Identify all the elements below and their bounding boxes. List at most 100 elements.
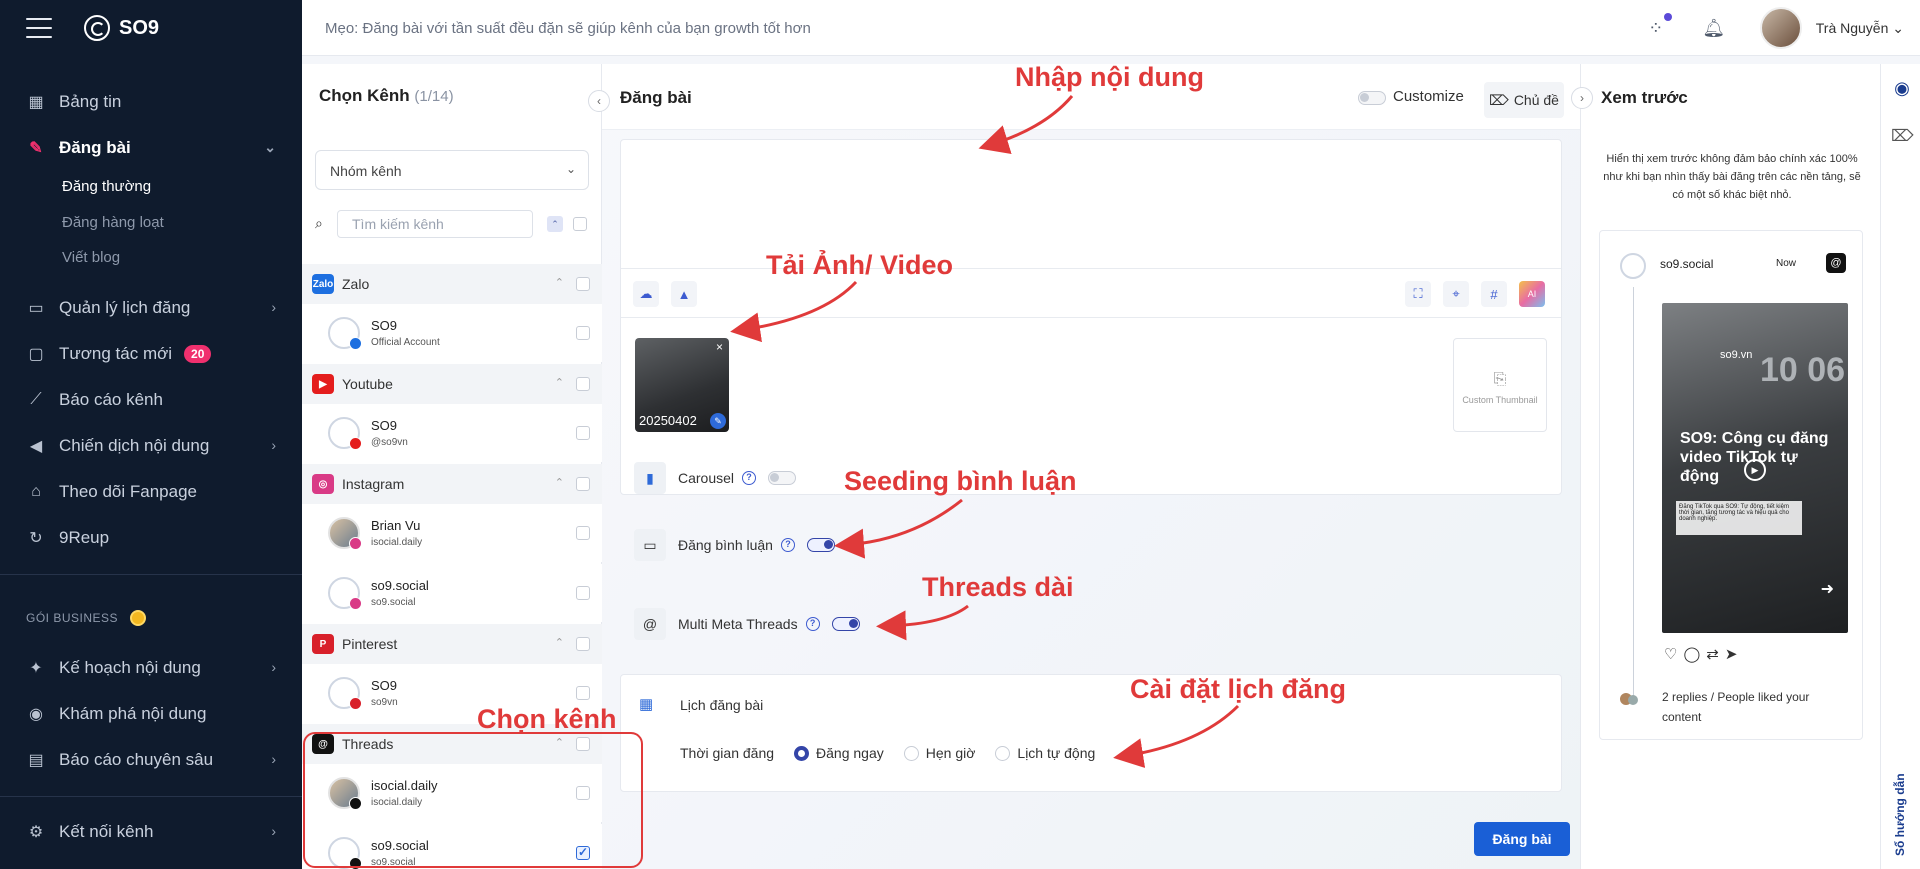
platform-header[interactable]: Zalo Zalo ⌃: [302, 264, 602, 304]
comment-toggle[interactable]: [806, 538, 835, 552]
platform-name: Youtube: [342, 376, 393, 392]
guide-book-button[interactable]: Sổ hướng dẫn: [1893, 736, 1911, 856]
sidebar-item-fanpage[interactable]: ⌂ Theo dõi Fanpage: [0, 474, 302, 510]
help-icon[interactable]: ?: [805, 617, 820, 631]
compose-title: Đăng bài: [620, 88, 692, 107]
google-drive-icon[interactable]: ▲: [671, 281, 697, 307]
select-all-checkbox[interactable]: [573, 217, 587, 231]
channel-group-select[interactable]: Nhóm kênh ⌄: [315, 150, 589, 190]
ai-icon[interactable]: AI: [1519, 281, 1545, 307]
channel-account-row[interactable]: Brian Vu isocial.daily: [302, 504, 602, 562]
help-icon[interactable]: ?: [780, 538, 795, 552]
chevron-up-icon[interactable]: ⌃: [555, 276, 564, 289]
upload-icon[interactable]: ☁: [633, 281, 659, 307]
platform-checkbox[interactable]: [576, 377, 590, 391]
media-thumbnail[interactable]: × 20250402 ✎: [635, 338, 729, 432]
platform-badge-icon: [349, 337, 362, 350]
submit-post-button[interactable]: Đăng bài: [1474, 822, 1570, 856]
radio-label[interactable]: Lịch tự động: [1017, 745, 1095, 761]
topic-button[interactable]: ⌦ Chủ đề: [1484, 82, 1564, 118]
play-icon[interactable]: ▶: [1744, 459, 1766, 481]
compose-area: Đăng bài Customize ⌦ Chủ đề ☁ ▲ ⛶ ⌖ # AI …: [602, 64, 1580, 869]
option-multi-threads: @ Multi Meta Threads?: [634, 604, 860, 644]
platform-header[interactable]: ◎ Instagram ⌃: [302, 464, 602, 504]
sidebar-item-connect[interactable]: ⚙ Kết nối kênh ›: [0, 814, 302, 850]
chevron-up-icon[interactable]: ⌃: [555, 376, 564, 389]
account-checkbox[interactable]: [576, 586, 590, 600]
thread-line: [1633, 287, 1634, 697]
sidebar-item-channel-report[interactable]: ⟋ Báo cáo kênh: [0, 382, 302, 418]
sidebar-item-campaign[interactable]: ◀ Chiến dịch nội dung ›: [0, 428, 302, 464]
preview-note: Hiển thị xem trước không đảm bảo chính x…: [1603, 153, 1861, 201]
collapse-all-icon[interactable]: ⌃: [547, 216, 563, 232]
sidebar-item-9reup[interactable]: ↻ 9Reup: [0, 520, 302, 556]
account-checkbox[interactable]: [576, 526, 590, 540]
chevron-up-icon[interactable]: ⌃: [555, 636, 564, 649]
topic-label: Chủ đề: [1513, 92, 1559, 108]
collapse-preview-button[interactable]: ›: [1571, 87, 1593, 109]
subitem-blog[interactable]: Viết blog: [62, 249, 120, 266]
user-name-text: Trà Nguyễn: [1815, 19, 1889, 36]
chart-icon: ⟋: [30, 391, 42, 408]
content-textarea[interactable]: [621, 140, 1561, 268]
platform-checkbox[interactable]: [576, 277, 590, 291]
eye-icon[interactable]: ◉: [1891, 78, 1913, 100]
radio-post-now[interactable]: [794, 745, 810, 761]
channel-account-row[interactable]: SO9 Official Account: [302, 304, 602, 362]
carousel-toggle[interactable]: [768, 471, 797, 485]
tag-icon[interactable]: ⌦: [1891, 126, 1914, 148]
sidebar-item-post[interactable]: ✎ Đăng bài ⌄: [0, 130, 302, 166]
plug-icon: ⚙: [28, 824, 44, 841]
account-checkbox[interactable]: [576, 426, 590, 440]
platform-header[interactable]: P Pinterest ⌃: [302, 624, 602, 664]
logo[interactable]: SO9: [84, 15, 159, 41]
radio-label[interactable]: Hẹn giờ: [926, 745, 976, 761]
account-handle: so9vn: [371, 697, 398, 708]
collapse-channel-panel-button[interactable]: ‹: [588, 90, 610, 112]
platform-checkbox[interactable]: [576, 637, 590, 651]
channel-search-input[interactable]: [337, 210, 533, 238]
radio-label[interactable]: Đăng ngay: [816, 745, 884, 761]
schedule-options: Thời gian đăng Đăng ngay Hẹn giờ Lịch tự…: [680, 745, 1095, 761]
edit-media-icon[interactable]: ✎: [710, 413, 726, 429]
sidebar-item-explore[interactable]: ◉ Khám phá nội dung: [0, 696, 302, 732]
sidebar-item-schedule[interactable]: ▭ Quản lý lịch đăng ›: [0, 290, 302, 326]
plan-icon: ✦: [29, 660, 43, 677]
location-icon[interactable]: ⌖: [1443, 281, 1469, 307]
apps-grid-icon[interactable]: ⁘: [1644, 13, 1672, 40]
section-business: GÓI BUSINESS: [26, 610, 147, 626]
account-name: SO9: [371, 318, 398, 333]
account-checkbox[interactable]: [576, 326, 590, 340]
subitem-bulk-post[interactable]: Đăng hàng loạt: [62, 214, 164, 231]
platform-header[interactable]: ▶ Youtube ⌃: [302, 364, 602, 404]
channel-account-row[interactable]: so9.social so9.social: [302, 564, 602, 622]
channel-account-row[interactable]: SO9 @so9vn: [302, 404, 602, 462]
radio-auto[interactable]: [995, 745, 1011, 761]
account-handle: @so9vn: [371, 437, 408, 448]
account-checkbox[interactable]: [576, 686, 590, 700]
platform-logo-icon: P: [312, 634, 334, 654]
megaphone-icon: ◀: [29, 438, 43, 455]
chevron-up-icon[interactable]: ⌃: [555, 476, 564, 489]
platform-checkbox[interactable]: [576, 477, 590, 491]
sidebar-item-label: Quản lý lịch đăng: [59, 298, 191, 317]
customize-toggle[interactable]: [1358, 91, 1386, 105]
user-name[interactable]: Trà Nguyễn ⌄: [1816, 20, 1904, 37]
sidebar-item-dashboard[interactable]: ▦ Bảng tin: [0, 84, 302, 120]
custom-thumbnail-button[interactable]: ⎘ Custom Thumbnail: [1453, 338, 1547, 432]
scan-icon[interactable]: ⛶: [1405, 281, 1431, 307]
platform-name: Zalo: [342, 276, 370, 292]
hashtag-icon[interactable]: #: [1481, 281, 1507, 307]
user-avatar[interactable]: [1759, 7, 1802, 49]
subitem-normal-post[interactable]: Đăng thường: [62, 178, 151, 195]
sidebar-item-deep-report[interactable]: ▤ Báo cáo chuyên sâu ›: [0, 742, 302, 778]
sidebar-item-content-plan[interactable]: ✦ Kế hoạch nội dung ›: [0, 650, 302, 686]
help-icon[interactable]: ?: [742, 471, 757, 485]
radio-schedule[interactable]: [903, 745, 919, 761]
sidebar-item-interactions[interactable]: ▢ Tương tác mới 20: [0, 336, 302, 372]
close-icon[interactable]: ×: [716, 340, 723, 354]
multi-threads-toggle[interactable]: [831, 617, 860, 631]
menu-icon[interactable]: [26, 18, 52, 38]
compass-icon: ◉: [29, 706, 43, 723]
bell-icon[interactable]: 🔔︎: [1702, 16, 1726, 40]
